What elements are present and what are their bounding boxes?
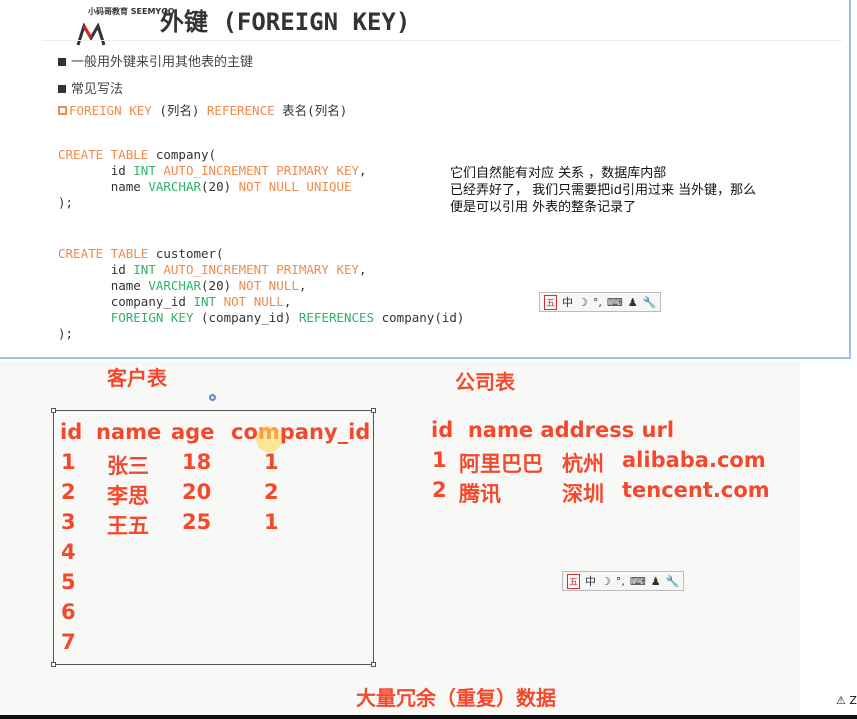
column-header: name — [96, 420, 162, 444]
table-cell: 20 — [182, 480, 212, 504]
keyboard-icon[interactable]: ⌨ — [630, 575, 646, 588]
company-header: id name address url — [431, 418, 675, 442]
column-header: age — [171, 420, 215, 444]
resize-handle[interactable] — [371, 662, 376, 667]
table-cell: 深圳 — [562, 482, 604, 506]
slide: 小码哥教育 SEEMYGO 外键 (FOREIGN KEY) 一般用外键来引用其… — [0, 0, 851, 359]
code-company: CREATE TABLE company( id INT AUTO_INCREM… — [58, 147, 367, 210]
user-icon[interactable]: ♟ — [651, 575, 661, 588]
moon-icon[interactable]: ☽ — [601, 575, 611, 588]
table-cell: 2 — [432, 478, 447, 502]
table-cell: 7 — [61, 630, 76, 654]
customer-table-title: 客户表 — [107, 366, 167, 390]
punctuation-icon[interactable]: °, — [593, 296, 602, 309]
table-cell: 1 — [264, 450, 279, 474]
table-cell: 2 — [264, 480, 279, 504]
warning-status[interactable]: ⚠ Z — [836, 694, 857, 707]
annotation-note[interactable]: 它们自然能有对应 关系 ，数据库内部 已经弄好了， 我们只需要把id引用过来 当外… — [450, 165, 756, 216]
company-table-title: 公司表 — [455, 370, 515, 394]
rotate-handle[interactable] — [209, 394, 216, 401]
table-cell: 25 — [182, 510, 212, 534]
moon-icon[interactable]: ☽ — [578, 296, 588, 309]
ime-toolbar-2[interactable]: 五中 ☽ °, ⌨ ♟ 🔧 — [562, 571, 685, 591]
table-cell: 4 — [61, 540, 76, 564]
table-cell: 杭州 — [562, 452, 604, 476]
table-cell: 6 — [61, 600, 76, 624]
redundancy-caption: 大量冗余（重复）数据 — [356, 686, 556, 710]
table-cell: 3 — [61, 510, 76, 534]
column-header: company_id — [231, 420, 371, 444]
customer-textbox[interactable] — [51, 408, 376, 667]
wubi-icon[interactable]: 五 — [567, 573, 581, 589]
bullet-2: 常见写法 — [58, 78, 123, 97]
table-cell: 王五 — [107, 514, 149, 538]
table-cell: 1 — [61, 450, 76, 474]
resize-handle[interactable] — [51, 408, 56, 413]
chinese-mode-icon[interactable]: 中 — [562, 294, 573, 310]
seemygo-logo: 小码哥教育 SEEMYGO — [56, 4, 175, 46]
code-customer: CREATE TABLE customer( id INT AUTO_INCRE… — [58, 246, 465, 341]
table-cell: 阿里巴巴 — [459, 452, 543, 476]
table-cell: 2 — [61, 480, 76, 504]
table-cell: 1 — [264, 510, 279, 534]
table-cell: 5 — [61, 570, 76, 594]
table-cell: 腾讯 — [459, 482, 501, 506]
table-cell: tencent.com — [622, 478, 770, 502]
resize-handle[interactable] — [371, 408, 376, 413]
cursor-highlight — [256, 426, 282, 452]
table-cell: alibaba.com — [622, 448, 766, 472]
column-header: id — [60, 420, 83, 444]
resize-handle[interactable] — [51, 662, 56, 667]
table-cell: 1 — [432, 448, 447, 472]
wrench-icon[interactable]: 🔧 — [666, 575, 680, 588]
ime-toolbar[interactable]: 五中 ☽ °, ⌨ ♟ 🔧 — [539, 292, 662, 312]
table-cell: 张三 — [107, 454, 149, 478]
syntax-line: FOREIGN KEY (列名) REFERENCE 表名(列名) — [58, 103, 347, 119]
wubi-icon[interactable]: 五 — [544, 294, 558, 310]
user-icon[interactable]: ♟ — [628, 296, 638, 309]
punctuation-icon[interactable]: °, — [616, 575, 625, 588]
chinese-mode-icon[interactable]: 中 — [585, 573, 596, 589]
wrench-icon[interactable]: 🔧 — [643, 296, 657, 309]
taskbar-edge — [0, 715, 857, 719]
keyboard-icon[interactable]: ⌨ — [607, 296, 623, 309]
table-cell: 18 — [182, 450, 212, 474]
slide-title: 外键 (FOREIGN KEY) — [160, 8, 411, 36]
table-cell: 李思 — [107, 484, 149, 508]
bullet-1: 一般用外键来引用其他表的主键 — [58, 51, 253, 70]
divider — [42, 40, 842, 41]
